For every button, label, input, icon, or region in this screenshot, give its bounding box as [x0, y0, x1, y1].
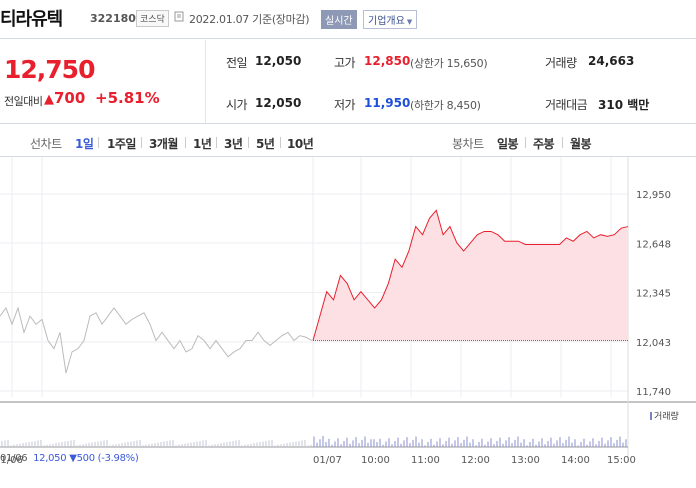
info-date: 01/06 [0, 453, 28, 464]
tab-3year[interactable]: 3년 [224, 135, 243, 152]
tab-monthly[interactable]: 월봉 [570, 135, 592, 152]
triangle-down-icon: ▼ [69, 453, 77, 464]
y-axis: 12,950 12,648 12,345 12,043 11,740 [636, 190, 671, 398]
info-pct: (-3.98%) [97, 453, 139, 464]
prev-close-value: 12,050 [255, 54, 302, 68]
divider [205, 40, 206, 123]
tab-1day[interactable]: 1일 [75, 135, 94, 152]
info-close: 12,050 [33, 453, 67, 464]
open-label: 시가 [226, 98, 248, 112]
refresh-icon[interactable] [174, 11, 184, 22]
high-label: 고가 [334, 56, 356, 70]
chevron-down-icon: ▼ [406, 18, 413, 26]
x-tick-label: 14:00 [561, 455, 590, 466]
candle-chart-label: 봉차트 [452, 137, 484, 151]
tab-3month[interactable]: 3개월 [149, 135, 178, 152]
change-label: 전일대비 [4, 95, 43, 108]
volume-legend-label: 거래량 [654, 412, 679, 422]
market-badge: 코스닥 [136, 10, 169, 27]
triangle-up-icon: ▲ [44, 92, 54, 107]
company-overview-label: 기업개요 [368, 16, 405, 27]
change-amount: 700 [54, 89, 86, 107]
tab-weekly[interactable]: 주봉 [533, 135, 555, 152]
divider [525, 137, 526, 148]
current-price: 12,750 [4, 55, 95, 84]
tab-10year[interactable]: 10년 [287, 135, 314, 152]
stock-code: 322180 [90, 12, 136, 25]
divider [0, 123, 696, 124]
company-overview-button[interactable]: 기업개요 ▼ [363, 10, 418, 29]
x-tick-label: 15:00 [607, 455, 636, 466]
price-chart[interactable]: 12,95012,64812,34512,04311,740 01/0601/0… [0, 157, 696, 488]
info-change: 500 [76, 453, 95, 464]
tab-1year[interactable]: 1년 [193, 135, 212, 152]
price-area [313, 210, 628, 341]
y-tick-label: 12,950 [636, 190, 671, 201]
divider [185, 137, 186, 148]
change-percent: +5.81% [95, 89, 160, 107]
amount-value: 310 백만 [598, 98, 650, 112]
volume-swatch [650, 412, 652, 420]
prev-session-line [0, 306, 313, 374]
high-value: 12,850 [364, 54, 411, 68]
open-value: 12,050 [255, 96, 302, 110]
upper-limit: (상한가 15,650) [410, 57, 488, 70]
tab-1week[interactable]: 1주일 [107, 135, 136, 152]
tab-5year[interactable]: 5년 [256, 135, 275, 152]
volume-bars [1, 436, 627, 447]
divider [0, 38, 696, 39]
volume-label: 거래량 [545, 56, 577, 70]
basis-date: 2022.01.07 기준(장마감) [189, 13, 310, 26]
change-value: ▲700 [44, 89, 85, 107]
x-tick-label: 13:00 [511, 455, 540, 466]
tab-daily[interactable]: 일봉 [497, 135, 519, 152]
y-tick-label: 12,043 [636, 338, 671, 349]
y-tick-label: 11,740 [636, 387, 671, 398]
y-tick-label: 12,648 [636, 239, 671, 250]
divider [280, 137, 281, 148]
prev-close-label: 전일 [226, 56, 248, 70]
x-tick-label: 12:00 [461, 455, 490, 466]
lower-limit: (하한가 8,450) [410, 99, 481, 112]
y-tick-label: 12,345 [636, 289, 671, 300]
divider [141, 137, 142, 148]
divider [562, 137, 563, 148]
stock-name: 티라유텍 [0, 9, 63, 30]
line-chart-label: 선차트 [30, 137, 62, 151]
low-value: 11,950 [364, 96, 411, 110]
volume-value: 24,663 [588, 54, 635, 68]
divider [248, 137, 249, 148]
volume-legend: 거래량 [650, 409, 679, 422]
realtime-button[interactable]: 실시간 [321, 10, 357, 29]
x-tick-label: 10:00 [361, 455, 390, 466]
hover-info: 01/06 12,050 ▼500 (-3.98%) [0, 453, 139, 464]
low-label: 저가 [334, 98, 356, 112]
divider [98, 137, 99, 148]
divider [216, 137, 217, 148]
amount-label: 거래대금 [545, 98, 588, 112]
x-tick-label: 01/07 [313, 455, 342, 466]
x-tick-label: 11:00 [411, 455, 440, 466]
